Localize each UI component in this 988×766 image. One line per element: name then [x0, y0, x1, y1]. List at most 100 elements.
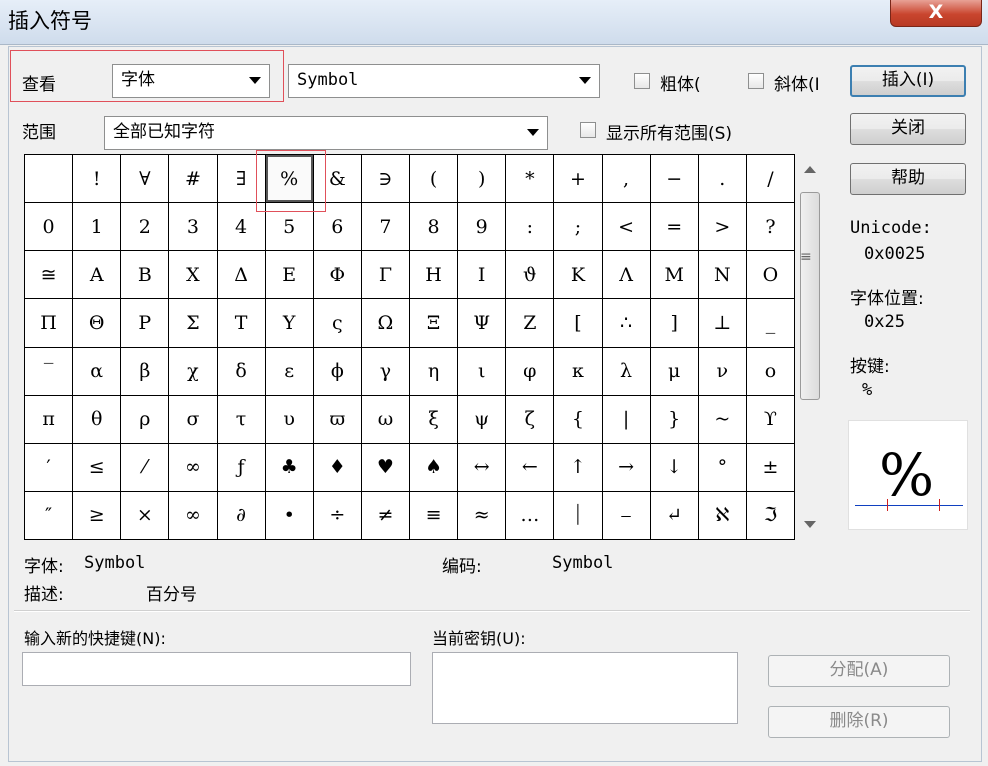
- symbol-cell[interactable]: υ: [265, 395, 313, 443]
- symbol-cell[interactable]: ,: [602, 155, 650, 203]
- assign-button[interactable]: 分配(A): [768, 655, 950, 687]
- symbol-cell[interactable]: 2: [121, 203, 169, 251]
- symbol-cell[interactable]: Λ: [602, 251, 650, 299]
- symbol-cell[interactable]: Κ: [554, 251, 602, 299]
- symbol-cell[interactable]: Γ: [361, 251, 409, 299]
- symbol-cell[interactable]: ι: [458, 347, 506, 395]
- symbol-cell[interactable]: *: [506, 155, 554, 203]
- symbol-cell[interactable]: Ν: [698, 251, 746, 299]
- symbol-cell[interactable]: ⎯: [602, 491, 650, 539]
- symbol-cell[interactable]: ↔: [458, 443, 506, 491]
- symbol-cell[interactable]: θ: [73, 395, 121, 443]
- symbol-cell[interactable]: Δ: [217, 251, 265, 299]
- symbol-cell[interactable]: [: [554, 299, 602, 347]
- font-dropdown[interactable]: Symbol: [288, 64, 600, 98]
- symbol-cell[interactable]: <: [602, 203, 650, 251]
- symbol-cell[interactable]: =: [650, 203, 698, 251]
- symbol-cell[interactable]: ϕ: [313, 347, 361, 395]
- symbol-cell[interactable]: ↑: [554, 443, 602, 491]
- symbol-cell[interactable]: Η: [410, 251, 458, 299]
- symbol-cell[interactable]: 8: [410, 203, 458, 251]
- symbol-cell[interactable]: ϑ: [506, 251, 554, 299]
- symbol-cell[interactable]: ?: [746, 203, 794, 251]
- symbol-cell[interactable]: Υ: [265, 299, 313, 347]
- symbol-cell[interactable]: ο: [746, 347, 794, 395]
- symbol-cell[interactable]: σ: [169, 395, 217, 443]
- symbol-cell[interactable]: ∞: [169, 491, 217, 539]
- symbol-cell[interactable]: >: [698, 203, 746, 251]
- symbol-cell[interactable]: !: [73, 155, 121, 203]
- symbol-cell[interactable]: Ψ: [458, 299, 506, 347]
- symbol-cell[interactable]: ≈: [458, 491, 506, 539]
- symbol-cell[interactable]: ρ: [121, 395, 169, 443]
- symbol-cell[interactable]: ″: [25, 491, 73, 539]
- symbol-cell[interactable]: ∂: [217, 491, 265, 539]
- symbol-cell[interactable]: ♣: [265, 443, 313, 491]
- current-keys-list[interactable]: [432, 652, 738, 724]
- symbol-cell[interactable]: ζ: [506, 395, 554, 443]
- symbol-cell[interactable]: ‾: [25, 347, 73, 395]
- symbol-cell[interactable]: ~: [698, 395, 746, 443]
- symbol-cell[interactable]: #: [169, 155, 217, 203]
- close-window-button[interactable]: X: [890, 0, 982, 27]
- symbol-cell[interactable]: •: [265, 491, 313, 539]
- grid-scrollbar[interactable]: ≡: [796, 154, 824, 540]
- symbol-cell[interactable]: ±: [746, 443, 794, 491]
- symbol-cell[interactable]: ⊥: [698, 299, 746, 347]
- symbol-cell[interactable]: γ: [361, 347, 409, 395]
- symbol-cell[interactable]: Ω: [361, 299, 409, 347]
- italic-checkbox[interactable]: [748, 73, 764, 89]
- symbol-cell[interactable]: Ι: [458, 251, 506, 299]
- range-dropdown[interactable]: 全部已知字符: [104, 116, 548, 150]
- symbol-cell[interactable]: ←: [506, 443, 554, 491]
- symbol-cell[interactable]: χ: [169, 347, 217, 395]
- symbol-cell[interactable]: ƒ: [217, 443, 265, 491]
- symbol-cell[interactable]: ϒ: [746, 395, 794, 443]
- bold-checkbox[interactable]: [634, 73, 650, 89]
- symbol-cell[interactable]: ς: [313, 299, 361, 347]
- symbol-cell[interactable]: ≥: [73, 491, 121, 539]
- symbol-cell[interactable]: ): [458, 155, 506, 203]
- symbol-grid[interactable]: ! ∀ # ∃% & ∋() * +, −./0 1 2 3 4 5 6 7 8 9:; < = >? ≅ Α Β Χ Δ Ε Φ Γ Η…: [24, 154, 795, 540]
- symbol-cell[interactable]: κ: [554, 347, 602, 395]
- symbol-cell[interactable]: ≤: [73, 443, 121, 491]
- symbol-cell[interactable]: 0: [25, 203, 73, 251]
- symbol-cell[interactable]: ⁄: [121, 443, 169, 491]
- symbol-cell[interactable]: 1: [73, 203, 121, 251]
- symbol-cell[interactable]: δ: [217, 347, 265, 395]
- symbol-cell[interactable]: ]: [650, 299, 698, 347]
- scroll-up-icon[interactable]: [804, 166, 816, 173]
- insert-button[interactable]: 插入(I): [850, 65, 966, 97]
- symbol-cell[interactable]: .: [698, 155, 746, 203]
- symbol-cell[interactable]: Ξ: [410, 299, 458, 347]
- symbol-cell[interactable]: ≠: [361, 491, 409, 539]
- symbol-cell[interactable]: Ε: [265, 251, 313, 299]
- symbol-cell[interactable]: ∀: [121, 155, 169, 203]
- symbol-cell[interactable]: Π: [25, 299, 73, 347]
- symbol-cell[interactable]: Φ: [313, 251, 361, 299]
- symbol-cell[interactable]: [25, 155, 73, 203]
- symbol-cell[interactable]: β: [121, 347, 169, 395]
- scroll-thumb[interactable]: [800, 192, 820, 400]
- symbol-cell[interactable]: α: [73, 347, 121, 395]
- symbol-cell[interactable]: {: [554, 395, 602, 443]
- show-all-ranges-checkbox[interactable]: [580, 122, 596, 138]
- symbol-cell[interactable]: ♥: [361, 443, 409, 491]
- symbol-cell[interactable]: ℵ: [698, 491, 746, 539]
- symbol-cell[interactable]: 7: [361, 203, 409, 251]
- symbol-cell[interactable]: °: [698, 443, 746, 491]
- symbol-cell[interactable]: ≅: [25, 251, 73, 299]
- symbol-cell[interactable]: ♦: [313, 443, 361, 491]
- symbol-cell[interactable]: |: [602, 395, 650, 443]
- symbol-cell[interactable]: Ο: [746, 251, 794, 299]
- symbol-cell[interactable]: Χ: [169, 251, 217, 299]
- symbol-cell[interactable]: →: [602, 443, 650, 491]
- symbol-cell[interactable]: φ: [506, 347, 554, 395]
- delete-button[interactable]: 删除(R): [768, 706, 950, 738]
- symbol-cell[interactable]: Θ: [73, 299, 121, 347]
- scroll-down-icon[interactable]: [804, 521, 816, 528]
- symbol-cell[interactable]: τ: [217, 395, 265, 443]
- symbol-cell[interactable]: ∞: [169, 443, 217, 491]
- symbol-cell[interactable]: ψ: [458, 395, 506, 443]
- symbol-cell[interactable]: +: [554, 155, 602, 203]
